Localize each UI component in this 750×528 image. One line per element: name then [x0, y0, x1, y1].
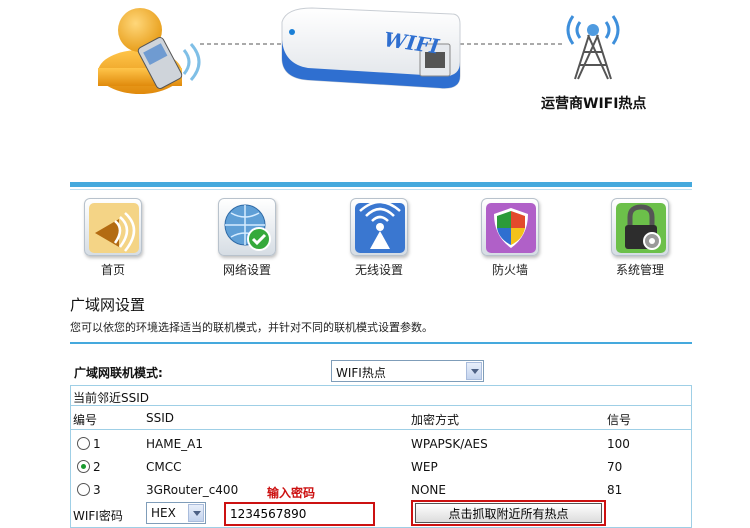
- nearby-ssid-table: 当前邻近SSID 编号 SSID 加密方式 信号 1 HAME_A1 WPAPS…: [70, 385, 692, 528]
- chevron-down-icon[interactable]: [466, 362, 482, 380]
- nav-item-wireless-settings[interactable]: 无线设置: [339, 198, 419, 278]
- row-ssid: CMCC: [146, 460, 182, 474]
- nav-item-system-management[interactable]: 系统管理: [600, 198, 680, 278]
- ssid-radio[interactable]: [77, 460, 90, 473]
- row-encryption: NONE: [411, 483, 446, 497]
- wan-mode-label: 广域网联机模式:: [74, 366, 163, 380]
- row-encryption: WEP: [411, 460, 438, 474]
- ssid-radio[interactable]: [77, 437, 90, 450]
- row-number: 2: [93, 460, 101, 474]
- shield-firewall-icon: [481, 198, 539, 256]
- ssid-table-heading: 当前邻近SSID: [71, 386, 691, 406]
- wan-mode-select[interactable]: WIFI热点: [331, 360, 484, 382]
- main-nav: 首页 网络设置 无线设置 防火墙 系统管理: [70, 190, 692, 282]
- key-format-value: HEX: [151, 506, 176, 520]
- chevron-down-icon[interactable]: [188, 504, 204, 522]
- column-header-signal: 信号: [607, 413, 632, 427]
- nav-item-home-label: 首页: [100, 263, 125, 277]
- carrier-hotspot-label: 运营商WIFI热点: [541, 96, 647, 112]
- row-number: 3: [93, 483, 101, 497]
- nav-item-network-settings[interactable]: 网络设置: [207, 198, 287, 278]
- row-number: 1: [93, 437, 101, 451]
- globe-check-icon: [218, 198, 276, 256]
- table-row[interactable]: 1 HAME_A1 WPAPSK/AES 100: [71, 433, 691, 456]
- section-title: 广域网设置: [70, 296, 146, 314]
- wireless-signal-icon: [350, 198, 408, 256]
- wifi-password-label: WIFI密码: [73, 509, 123, 523]
- user-with-phone-icon: [98, 8, 201, 94]
- row-signal: 81: [607, 483, 623, 497]
- column-header-no: 编号: [73, 413, 98, 427]
- wan-mode-value: WIFI热点: [336, 366, 386, 380]
- password-hint: 输入密码: [267, 486, 316, 500]
- wan-mode-row: 广域网联机模式: WIFI热点: [70, 344, 692, 384]
- lock-gear-icon: [611, 198, 669, 256]
- wifi-password-row: WIFI密码 HEX 输入密码 点击抓取附近所有热点: [71, 486, 691, 527]
- signal-tower-icon: [566, 15, 620, 80]
- portable-router-image: WIFI: [281, 7, 461, 89]
- ssid-radio[interactable]: [77, 483, 90, 496]
- column-header-ssid: SSID: [146, 411, 175, 425]
- nav-item-firewall-label: 防火墙: [491, 263, 528, 277]
- row-ssid: HAME_A1: [146, 437, 204, 451]
- row-encryption: WPAPSK/AES: [411, 437, 488, 451]
- row-signal: 100: [607, 437, 630, 451]
- key-format-select[interactable]: HEX: [146, 502, 206, 524]
- hero-graphic: WIFI: [98, 7, 620, 94]
- table-row[interactable]: 2 CMCC WEP 70: [71, 456, 691, 479]
- nav-item-firewall[interactable]: 防火墙: [470, 198, 550, 278]
- row-signal: 70: [607, 460, 623, 474]
- section-description: 您可以依您的环境选择适当的联机模式，并针对不同的联机模式设置参数。: [70, 321, 433, 334]
- router-admin-panel: 首页 网络设置 无线设置 防火墙 系统管理 广域网设置 您可以依您的环境选择适当…: [70, 182, 692, 384]
- nav-item-wireless-settings-label: 无线设置: [354, 263, 403, 277]
- scan-hotspots-button[interactable]: 点击抓取附近所有热点: [415, 503, 602, 523]
- nav-item-network-settings-label: 网络设置: [222, 263, 271, 277]
- top-divider: [70, 182, 692, 187]
- row-ssid: 3GRouter_c400: [146, 483, 239, 497]
- scan-button-highlight: 点击抓取附近所有热点: [411, 500, 606, 526]
- nav-item-home[interactable]: 首页: [73, 198, 153, 278]
- nav-item-system-management-label: 系统管理: [615, 263, 664, 277]
- home-icon: [84, 198, 142, 256]
- wifi-password-input[interactable]: [224, 502, 375, 526]
- column-header-encryption: 加密方式: [411, 413, 460, 427]
- hero-illustration: WIFI 运营商WIFI热点: [0, 0, 750, 180]
- header-divider: [71, 429, 691, 430]
